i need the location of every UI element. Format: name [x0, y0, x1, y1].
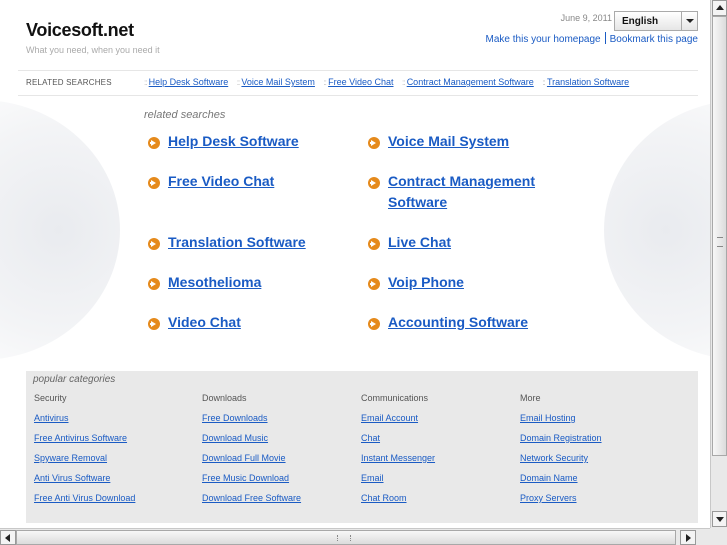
language-select[interactable]: English — [614, 11, 698, 31]
category-column-more: More Email Hosting Domain Registration N… — [520, 393, 602, 513]
scroll-up-arrow-icon[interactable] — [712, 0, 727, 16]
grip-icon — [337, 535, 351, 541]
related-searches-label: RELATED SEARCHES — [26, 78, 112, 87]
horizontal-scrollbar[interactable] — [0, 528, 710, 545]
category-heading: More — [520, 393, 541, 403]
category-link[interactable]: Anti Virus Software — [34, 473, 135, 483]
category-heading: Communications — [361, 393, 429, 403]
arrow-right-icon — [368, 137, 380, 149]
related-link-help-desk-software[interactable]: Help Desk Software — [168, 131, 299, 152]
dots-icon: :: — [144, 78, 148, 87]
arrow-right-icon — [148, 318, 160, 330]
arrow-right-icon — [368, 177, 380, 189]
category-column-security: Security Antivirus Free Antivirus Softwa… — [34, 393, 135, 513]
category-link[interactable]: Spyware Removal — [34, 453, 135, 463]
category-link[interactable]: Instant Messenger — [361, 453, 435, 463]
globe-decoration-right — [604, 100, 710, 360]
site-title[interactable]: Voicesoft.net — [26, 20, 160, 41]
related-link-live-chat[interactable]: Live Chat — [388, 232, 451, 253]
arrow-right-icon — [148, 278, 160, 290]
category-link[interactable]: Download Music — [202, 433, 301, 443]
related-link-mesothelioma[interactable]: Mesothelioma — [168, 272, 261, 293]
category-link[interactable]: Download Full Movie — [202, 453, 301, 463]
related-link-contract-management[interactable]: Contract Management — [388, 171, 535, 192]
category-link[interactable]: Free Anti Virus Download — [34, 493, 135, 503]
related-bar-item: :: Translation Software — [542, 77, 629, 87]
category-link[interactable]: Free Music Download — [202, 473, 301, 483]
related-link-video-chat[interactable]: Video Chat — [168, 312, 241, 333]
related-link-translation-software[interactable]: Translation Software — [168, 232, 306, 253]
scroll-right-arrow-icon[interactable] — [680, 530, 696, 545]
vertical-scroll-thumb[interactable] — [712, 16, 727, 456]
chevron-down-icon[interactable] — [681, 12, 697, 30]
header-links: Make this your homepage Bookmark this pag… — [486, 32, 698, 45]
bookmark-link[interactable]: Bookmark this page — [610, 34, 698, 45]
related-link-voice-mail-system[interactable]: Voice Mail System — [388, 131, 509, 152]
category-link[interactable]: Chat Room — [361, 493, 435, 503]
category-link[interactable]: Download Free Software — [202, 493, 301, 503]
category-link[interactable]: Proxy Servers — [520, 493, 602, 503]
category-column-communications: Communications Email Account Chat Instan… — [361, 393, 435, 513]
related-bar-link[interactable]: Free Video Chat — [328, 77, 393, 87]
site-header: Voicesoft.net What you need, when you ne… — [26, 20, 160, 55]
popular-categories-panel: popular categories Security Antivirus Fr… — [26, 371, 698, 523]
dots-icon: :: — [402, 78, 406, 87]
category-link[interactable]: Email — [361, 473, 435, 483]
scrollbar-corner — [710, 528, 727, 545]
category-link[interactable]: Domain Name — [520, 473, 602, 483]
category-link[interactable]: Email Hosting — [520, 413, 602, 423]
browser-viewport: Voicesoft.net What you need, when you ne… — [0, 0, 710, 528]
related-bar-item: :: Voice Mail System — [237, 77, 315, 87]
category-link[interactable]: Free Antivirus Software — [34, 433, 135, 443]
related-bar-link[interactable]: Contract Management Software — [407, 77, 534, 87]
category-link[interactable]: Network Security — [520, 453, 602, 463]
related-searches-caption: related searches — [144, 109, 226, 121]
site-tagline: What you need, when you need it — [26, 45, 160, 55]
arrow-right-icon — [368, 238, 380, 250]
make-homepage-link[interactable]: Make this your homepage — [486, 34, 601, 45]
horizontal-scroll-thumb[interactable] — [16, 530, 676, 545]
dots-icon: :: — [236, 78, 241, 87]
scroll-left-arrow-icon[interactable] — [0, 530, 16, 545]
related-bar-item: :: Free Video Chat — [323, 77, 393, 87]
dots-icon: :: — [323, 78, 328, 87]
category-column-downloads: Downloads Free Downloads Download Music … — [202, 393, 301, 513]
date-label: June 9, 2011 — [560, 13, 612, 23]
related-bar-item: :: Help Desk Software — [144, 77, 228, 87]
vertical-scrollbar[interactable] — [710, 0, 727, 528]
category-link[interactable]: Free Downloads — [202, 413, 301, 423]
related-bar-link[interactable]: Help Desk Software — [149, 77, 229, 87]
category-link[interactable]: Antivirus — [34, 413, 135, 423]
arrow-right-icon — [368, 318, 380, 330]
related-bar-link[interactable]: Voice Mail System — [241, 77, 315, 87]
related-link-contract-management-software[interactable]: Software — [388, 192, 447, 213]
related-searches-bar: RELATED SEARCHES :: Help Desk Software :… — [18, 70, 698, 96]
related-bar-link[interactable]: Translation Software — [547, 77, 629, 87]
language-value: English — [622, 16, 659, 27]
dots-icon: :: — [542, 78, 546, 87]
globe-decoration-left — [0, 100, 120, 360]
scroll-down-arrow-icon[interactable] — [712, 511, 727, 527]
related-bar-item: :: Contract Management Software — [402, 77, 534, 87]
category-link[interactable]: Chat — [361, 433, 435, 443]
arrow-right-icon — [148, 137, 160, 149]
related-link-accounting-software[interactable]: Accounting Software — [388, 312, 528, 333]
category-heading: Downloads — [202, 393, 247, 403]
related-searches-list: :: Help Desk Software :: Voice Mail Syst… — [144, 77, 635, 87]
grip-icon — [717, 237, 723, 247]
category-link[interactable]: Email Account — [361, 413, 435, 423]
category-link[interactable]: Domain Registration — [520, 433, 602, 443]
arrow-right-icon — [148, 238, 160, 250]
category-heading: Security — [34, 393, 67, 403]
popular-categories-title: popular categories — [33, 374, 116, 385]
link-divider — [604, 32, 606, 44]
related-link-voip-phone[interactable]: Voip Phone — [388, 272, 464, 293]
related-link-free-video-chat[interactable]: Free Video Chat — [168, 171, 274, 192]
arrow-right-icon — [368, 278, 380, 290]
arrow-right-icon — [148, 177, 160, 189]
